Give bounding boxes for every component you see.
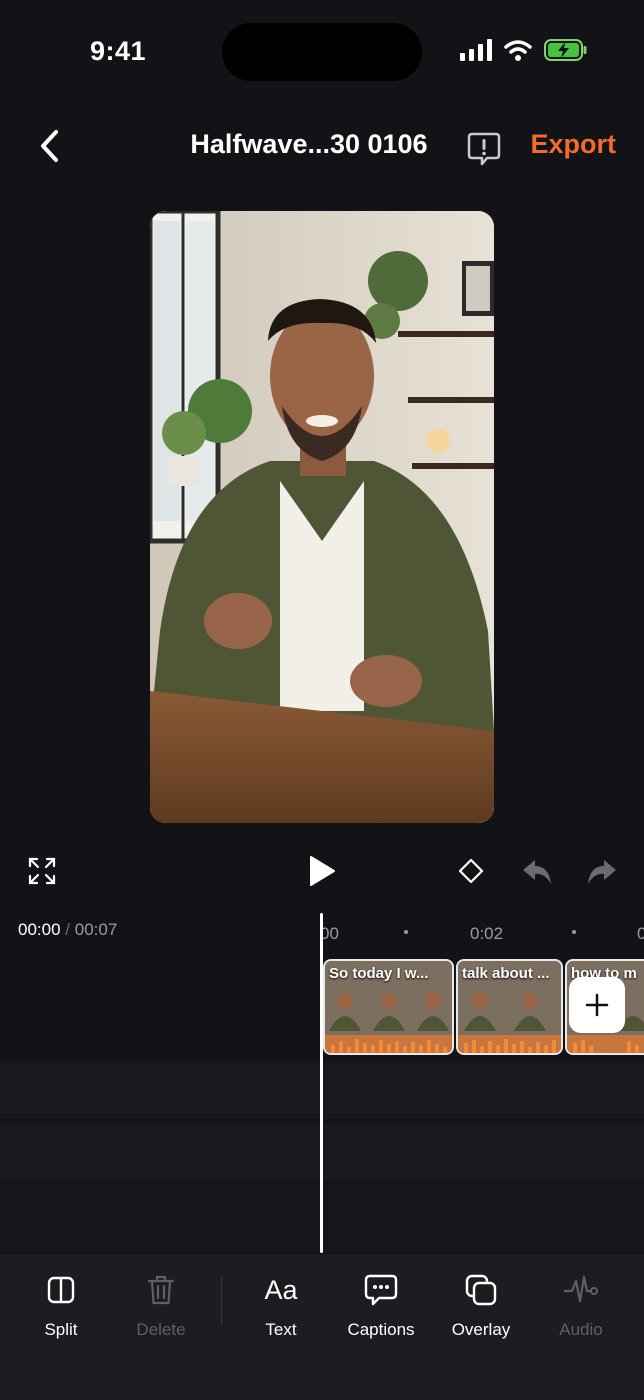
audio-label: Audio xyxy=(559,1320,603,1339)
text-button[interactable]: Aa Text xyxy=(231,1270,331,1340)
overlay-icon xyxy=(465,1274,497,1306)
battery-charging-icon xyxy=(544,39,587,61)
delete-label: Delete xyxy=(136,1320,186,1339)
ruler-tick xyxy=(404,930,408,934)
redo-icon[interactable] xyxy=(586,858,618,886)
plus-icon xyxy=(585,993,609,1017)
overlay-button[interactable]: Overlay xyxy=(431,1270,531,1340)
undo-icon[interactable] xyxy=(521,858,553,886)
video-frame-image xyxy=(150,211,494,823)
overlay-label: Overlay xyxy=(451,1320,511,1339)
audio-icon xyxy=(564,1275,598,1303)
ruler-label: 0:02 xyxy=(470,924,504,943)
clip-caption: talk about ... xyxy=(462,965,550,982)
project-title[interactable]: Halfwave...30 0106 xyxy=(0,129,618,160)
dynamic-island xyxy=(222,23,422,81)
export-button[interactable]: Export xyxy=(530,129,616,160)
feedback-icon[interactable] xyxy=(466,131,502,167)
captions-label: Captions xyxy=(347,1320,415,1339)
current-time: 00:00 xyxy=(18,920,61,939)
status-time: 9:41 xyxy=(90,36,147,66)
ruler-label: 0 xyxy=(637,924,644,943)
split-icon xyxy=(47,1276,75,1304)
total-time: 00:07 xyxy=(74,920,118,939)
text-icon: Aa xyxy=(264,1274,298,1305)
play-icon[interactable] xyxy=(308,855,336,887)
delete-button[interactable]: Delete xyxy=(111,1270,211,1340)
time-readout: 00:00 / 00:07 xyxy=(18,920,117,940)
video-clip[interactable]: talk about ... xyxy=(456,959,563,1055)
split-button[interactable]: Split xyxy=(11,1270,111,1340)
fullscreen-icon[interactable] xyxy=(28,857,56,885)
audio-button[interactable]: Audio xyxy=(531,1270,631,1340)
cellular-signal-icon xyxy=(460,39,492,61)
video-clip[interactable]: So today I w... xyxy=(323,959,454,1055)
time-separator: / xyxy=(65,920,71,939)
ruler-tick xyxy=(572,930,576,934)
captions-button[interactable]: Captions xyxy=(331,1270,431,1340)
playhead[interactable] xyxy=(320,913,323,1253)
add-clip-button[interactable] xyxy=(569,977,625,1033)
toolbar-divider xyxy=(221,1276,222,1326)
text-label: Text xyxy=(265,1320,297,1339)
captions-icon xyxy=(364,1274,398,1306)
status-icons xyxy=(460,38,588,62)
keyframe-diamond-icon[interactable] xyxy=(458,858,484,884)
split-label: Split xyxy=(44,1320,78,1339)
trash-icon xyxy=(147,1275,175,1305)
clip-caption: So today I w... xyxy=(329,965,429,982)
wifi-icon xyxy=(504,40,532,61)
video-preview[interactable] xyxy=(150,211,494,823)
